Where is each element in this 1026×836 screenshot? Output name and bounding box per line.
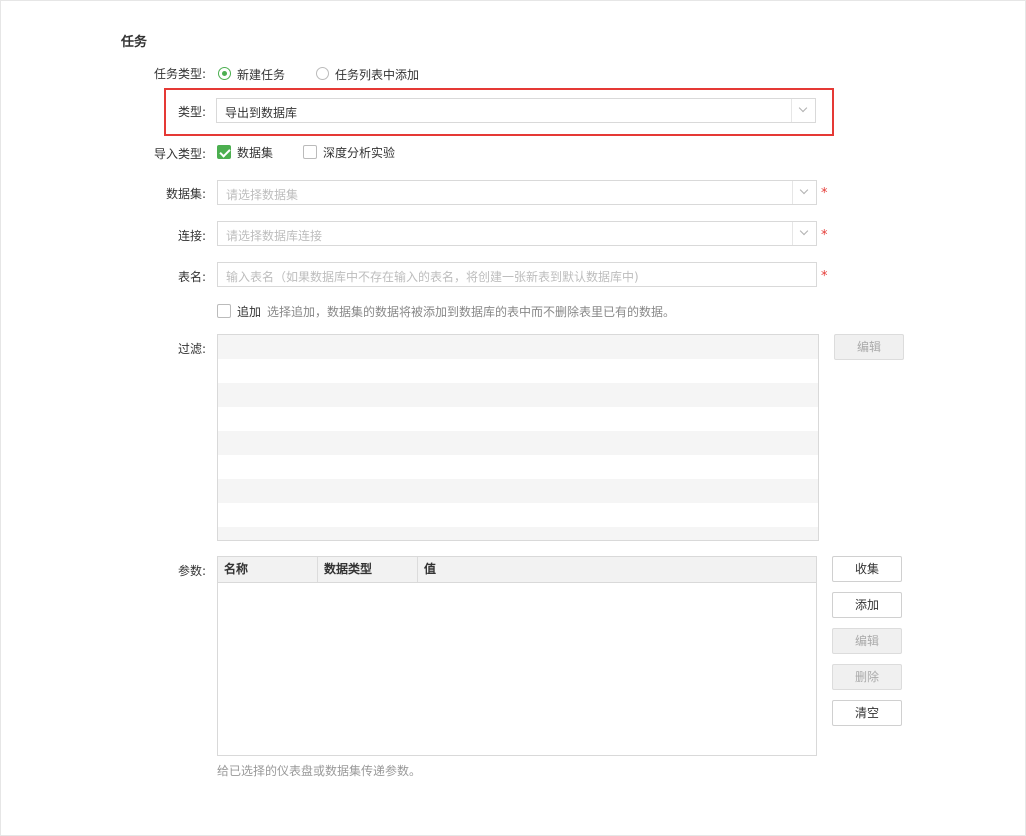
append-hint: 选择追加，数据集的数据将被添加到数据库的表中而不删除表里已有的数据。 bbox=[267, 305, 676, 319]
params-table-header: 名称 数据类型 值 bbox=[218, 557, 816, 583]
checkbox-deep-analysis-box[interactable] bbox=[303, 145, 317, 159]
radio-from-task-list-label: 任务列表中添加 bbox=[335, 68, 420, 82]
params-note: 给已选择的仪表盘或数据集传递参数。 bbox=[217, 764, 422, 778]
task-type-label: 任务类型: bbox=[153, 67, 206, 81]
connection-select-arrow[interactable] bbox=[792, 222, 816, 245]
radio-from-task-list[interactable]: 任务列表中添加 bbox=[316, 66, 426, 82]
table-name-label: 表名: bbox=[177, 270, 206, 284]
radio-new-task[interactable]: 新建任务 bbox=[218, 66, 290, 82]
filter-stripe bbox=[218, 335, 818, 359]
column-header-name[interactable]: 名称 bbox=[218, 557, 318, 582]
filter-area[interactable] bbox=[217, 334, 819, 541]
checkbox-dataset-box[interactable] bbox=[217, 145, 231, 159]
filter-stripe bbox=[218, 479, 818, 503]
section-title: 任务 bbox=[121, 35, 148, 50]
param-clear-button[interactable]: 清空 bbox=[832, 700, 902, 726]
column-header-data-type[interactable]: 数据类型 bbox=[318, 557, 418, 582]
param-edit-button[interactable]: 编辑 bbox=[832, 628, 902, 654]
params-label: 参数: bbox=[177, 564, 206, 578]
radio-from-task-list-indicator[interactable] bbox=[316, 67, 329, 80]
filter-stripe bbox=[218, 431, 818, 455]
type-label: 类型: bbox=[177, 105, 206, 119]
type-select-arrow[interactable] bbox=[791, 99, 815, 122]
params-table[interactable]: 名称 数据类型 值 bbox=[217, 556, 817, 756]
checkbox-append[interactable]: 追加 bbox=[217, 303, 262, 319]
collect-button[interactable]: 收集 bbox=[832, 556, 902, 582]
radio-new-task-indicator[interactable] bbox=[218, 67, 231, 80]
table-name-required-mark: * bbox=[821, 269, 828, 284]
checkbox-deep-analysis[interactable]: 深度分析实验 bbox=[303, 144, 403, 160]
connection-placeholder: 请选择数据库连接 bbox=[226, 229, 323, 243]
filter-stripe bbox=[218, 527, 818, 540]
table-name-placeholder: 输入表名（如果数据库中不存在输入的表名，将创建一张新表到默认数据库中) bbox=[226, 270, 639, 284]
dataset-label: 数据集: bbox=[165, 187, 206, 201]
connection-select[interactable]: 请选择数据库连接 bbox=[217, 221, 817, 246]
checkbox-append-box[interactable] bbox=[217, 304, 231, 318]
radio-new-task-label: 新建任务 bbox=[237, 68, 286, 82]
filter-edit-button[interactable]: 编辑 bbox=[834, 334, 904, 360]
checkbox-dataset[interactable]: 数据集 bbox=[217, 144, 279, 160]
table-name-input[interactable]: 输入表名（如果数据库中不存在输入的表名，将创建一张新表到默认数据库中) bbox=[217, 262, 817, 287]
connection-label: 连接: bbox=[177, 229, 206, 243]
checkbox-deep-analysis-label: 深度分析实验 bbox=[323, 146, 396, 160]
type-select[interactable]: 导出到数据库 bbox=[216, 98, 816, 123]
type-select-value: 导出到数据库 bbox=[225, 106, 298, 120]
chevron-down-icon bbox=[798, 103, 808, 113]
chevron-down-icon bbox=[799, 226, 809, 236]
dataset-select-arrow[interactable] bbox=[792, 181, 816, 204]
checkbox-dataset-label: 数据集 bbox=[237, 146, 274, 160]
dataset-placeholder: 请选择数据集 bbox=[226, 188, 299, 202]
dataset-select[interactable]: 请选择数据集 bbox=[217, 180, 817, 205]
filter-stripe bbox=[218, 383, 818, 407]
column-header-value[interactable]: 值 bbox=[418, 557, 816, 582]
connection-required-mark: * bbox=[821, 228, 828, 243]
add-button[interactable]: 添加 bbox=[832, 592, 902, 618]
checkbox-append-label: 追加 bbox=[237, 305, 262, 319]
chevron-down-icon bbox=[799, 185, 809, 195]
import-type-label: 导入类型: bbox=[153, 147, 206, 161]
filter-label: 过滤: bbox=[177, 342, 206, 356]
param-delete-button[interactable]: 删除 bbox=[832, 664, 902, 690]
dataset-required-mark: * bbox=[821, 186, 828, 201]
